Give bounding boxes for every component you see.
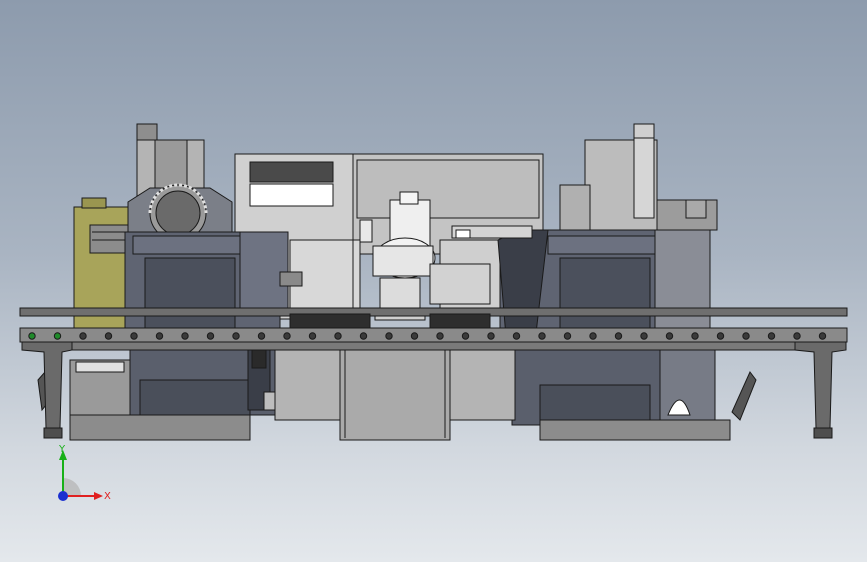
machine-assembly-drawing: Y X (19, 123, 848, 502)
right-leg (794, 341, 847, 439)
rail-hole (283, 332, 291, 340)
cad-viewport[interactable]: Y X (0, 0, 867, 562)
rail-hole (589, 332, 597, 340)
rail-hole (563, 332, 572, 340)
rail-hole (461, 332, 470, 340)
y-axis-label: Y (58, 444, 66, 455)
rail-hole (79, 332, 87, 340)
x-axis-arrowhead (94, 492, 103, 500)
rail-hole (257, 332, 266, 340)
rail-hole (716, 332, 725, 340)
rail-hole (206, 332, 215, 340)
rail-hole (767, 332, 776, 340)
rail-hole (104, 332, 113, 340)
rail-hole (512, 332, 521, 340)
rail-hole (359, 332, 368, 340)
rail-hole (691, 332, 699, 340)
conveyor-rail (19, 307, 848, 351)
x-axis-label: X (104, 491, 111, 502)
rail-hole (130, 332, 138, 340)
rail-hole (665, 332, 674, 340)
rail-hole (538, 332, 546, 340)
left-leg (21, 341, 73, 439)
rail-hole (181, 332, 189, 340)
z-axis-dot (58, 491, 68, 501)
rail-hole (436, 332, 444, 340)
rail-hole (385, 332, 393, 340)
rail-hole (487, 332, 495, 340)
rail-hole (28, 332, 36, 340)
rail-hole (334, 332, 342, 340)
rail-hole (410, 332, 419, 340)
rail-hole (818, 332, 827, 340)
rail-hole (53, 332, 62, 340)
rail-hole (793, 332, 801, 340)
rail-hole (232, 332, 240, 340)
rail-hole (308, 332, 317, 340)
rail-hole (640, 332, 648, 340)
rail-hole (742, 332, 750, 340)
right-column (559, 123, 718, 233)
coordinate-triad: Y X (58, 444, 111, 502)
rail-hole (155, 332, 164, 340)
rail-hole (614, 332, 623, 340)
